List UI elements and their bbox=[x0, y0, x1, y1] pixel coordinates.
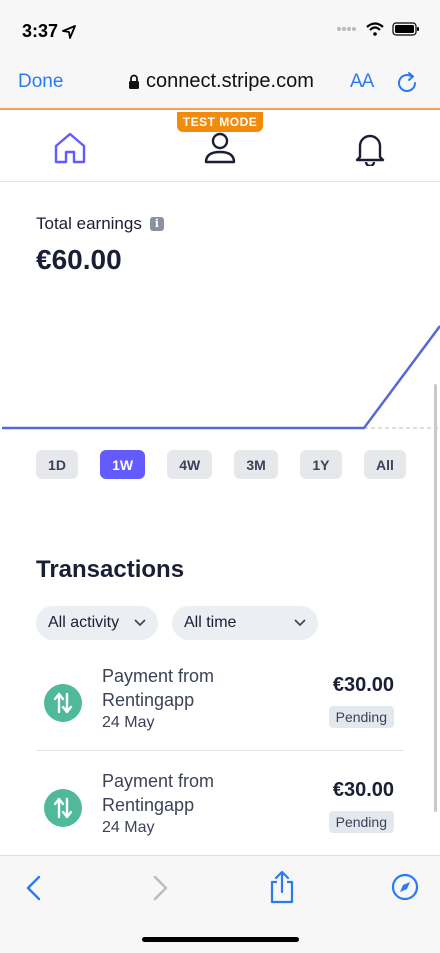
home-icon[interactable] bbox=[52, 130, 88, 166]
browser-bar: Done connect.stripe.com AA bbox=[0, 60, 440, 110]
time-filter-label: All time bbox=[184, 614, 237, 631]
home-indicator bbox=[142, 937, 299, 942]
transaction-row[interactable]: Payment from Rentingapp 24 May €30.00 Pe… bbox=[36, 769, 404, 869]
transactions-title: Transactions bbox=[36, 556, 185, 583]
lock-icon bbox=[129, 74, 139, 89]
total-earnings-value: €60.00 bbox=[36, 244, 122, 275]
text-size-label: AA bbox=[350, 71, 374, 92]
range-1d-button[interactable]: 1D bbox=[36, 450, 78, 479]
info-icon[interactable]: i bbox=[149, 217, 164, 231]
wifi-icon bbox=[366, 22, 384, 36]
range-selector: 1D 1W 4W 3M 1Y All bbox=[36, 450, 406, 480]
transaction-amount: €30.00 bbox=[332, 779, 394, 801]
total-earnings-label: Total earnings i bbox=[36, 214, 164, 234]
transaction-date: 24 May bbox=[102, 819, 155, 836]
range-1w-button[interactable]: 1W bbox=[100, 450, 146, 479]
url-text: connect.stripe.com bbox=[146, 70, 314, 92]
app-nav: TEST MODE bbox=[0, 112, 440, 182]
bell-icon[interactable] bbox=[352, 130, 388, 166]
earnings-chart bbox=[2, 325, 440, 430]
battery-icon bbox=[392, 22, 419, 36]
chevron-down-icon bbox=[134, 619, 146, 627]
status-time: 3:37 bbox=[22, 21, 76, 42]
done-button[interactable]: Done bbox=[18, 71, 63, 93]
status-badge: Pending bbox=[328, 706, 394, 728]
status-bar: 3:37 bbox=[0, 0, 440, 60]
transaction-description: Payment from Rentingapp bbox=[102, 666, 215, 710]
transaction-row[interactable]: Payment from Rentingapp 24 May €30.00 Pe… bbox=[36, 664, 404, 764]
range-3m-button[interactable]: 3M bbox=[234, 450, 278, 479]
row-divider bbox=[36, 750, 404, 751]
address-bar[interactable]: connect.stripe.com bbox=[128, 70, 314, 93]
range-1y-button[interactable]: 1Y bbox=[299, 450, 342, 479]
transfer-icon bbox=[44, 684, 82, 722]
transaction-amount: €30.00 bbox=[332, 674, 394, 696]
share-icon[interactable] bbox=[268, 870, 296, 904]
transaction-description: Payment from Rentingapp bbox=[102, 771, 215, 815]
chevron-down-icon bbox=[294, 619, 306, 627]
forward-icon[interactable] bbox=[150, 874, 170, 902]
status-badge: Pending bbox=[328, 811, 394, 833]
clock-text: 3:37 bbox=[22, 21, 59, 41]
scrollbar[interactable] bbox=[434, 384, 437, 812]
activity-filter[interactable]: All activity bbox=[36, 606, 158, 640]
activity-filter-label: All activity bbox=[48, 614, 120, 631]
signal-dots-icon bbox=[337, 27, 356, 31]
text-size-button[interactable]: AA bbox=[350, 71, 374, 93]
profile-icon[interactable] bbox=[202, 130, 238, 166]
earnings-line bbox=[2, 325, 440, 430]
test-mode-badge: TEST MODE bbox=[177, 112, 263, 132]
range-4w-button[interactable]: 4W bbox=[167, 450, 213, 479]
compass-icon[interactable] bbox=[390, 872, 420, 902]
range-all-button[interactable]: All bbox=[364, 450, 406, 479]
reload-icon[interactable] bbox=[396, 70, 420, 96]
earnings-label-text: Total earnings bbox=[36, 214, 142, 233]
transaction-date: 24 May bbox=[102, 714, 155, 731]
transfer-icon bbox=[44, 789, 82, 827]
transaction-filters: All activity All time bbox=[36, 606, 318, 640]
time-filter[interactable]: All time bbox=[172, 606, 318, 640]
back-icon[interactable] bbox=[24, 874, 44, 902]
location-arrow-icon bbox=[62, 24, 76, 39]
